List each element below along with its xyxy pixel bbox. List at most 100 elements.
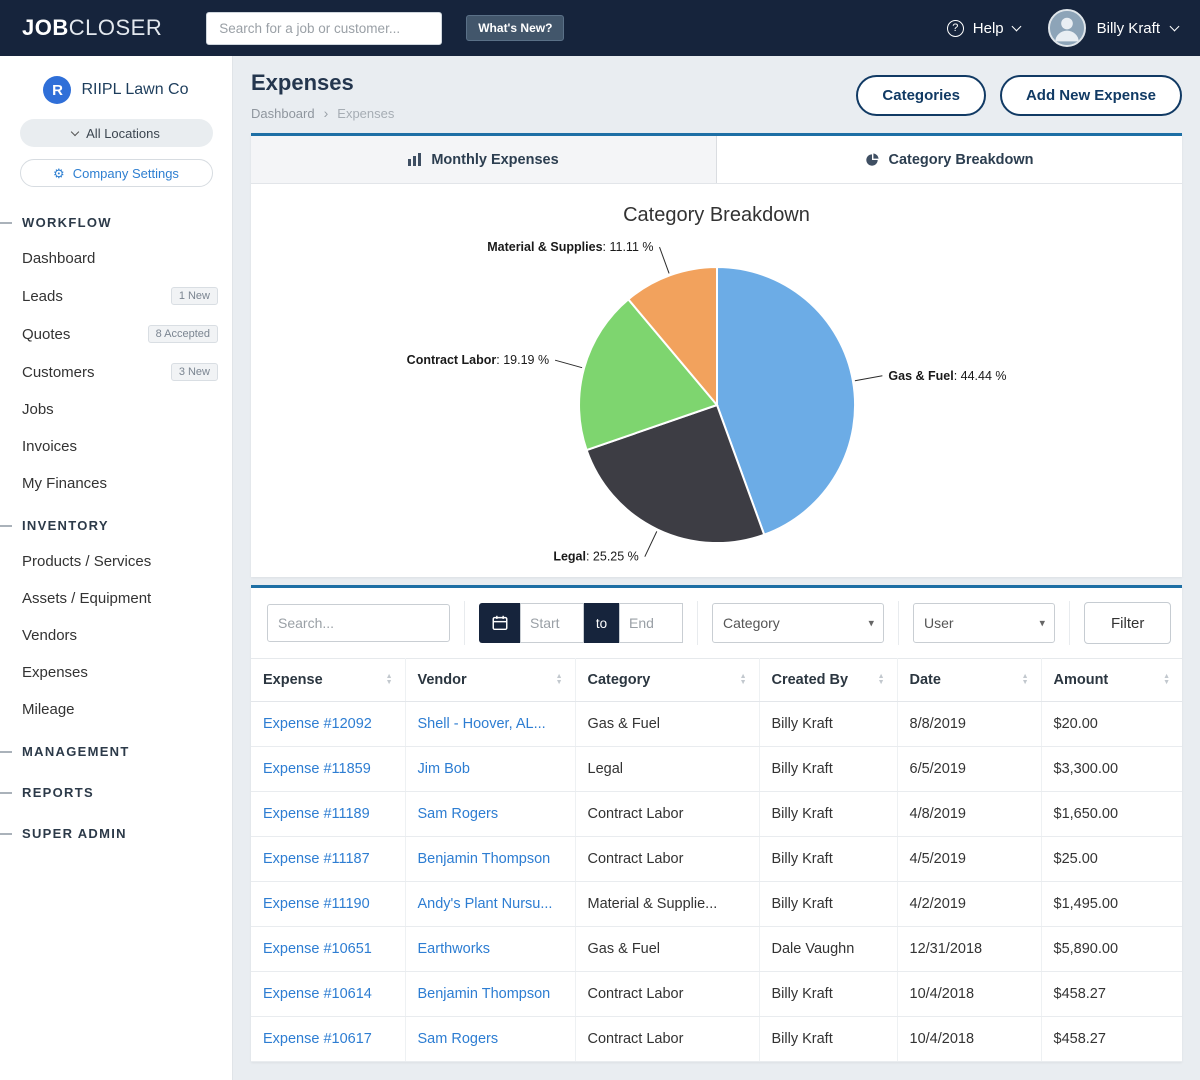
tab-category-breakdown[interactable]: Category Breakdown bbox=[716, 136, 1182, 183]
cell-category: Material & Supplie... bbox=[575, 882, 759, 927]
section-dash bbox=[0, 792, 12, 794]
sort-icon[interactable]: ▲▼ bbox=[556, 674, 563, 686]
column-header-date[interactable]: Date▲▼ bbox=[897, 659, 1041, 702]
column-label: Created By bbox=[772, 672, 849, 688]
filter-button[interactable]: Filter bbox=[1084, 602, 1171, 644]
sidebar-item-assets-equipment[interactable]: Assets / Equipment bbox=[0, 580, 232, 617]
user-menu[interactable]: Billy Kraft bbox=[1048, 9, 1178, 47]
cell-amount: $1,495.00 bbox=[1041, 882, 1182, 927]
sidebar-item-label: Assets / Equipment bbox=[22, 590, 151, 607]
sidebar-item-quotes[interactable]: Quotes8 Accepted bbox=[0, 315, 232, 353]
table-search-input[interactable] bbox=[267, 604, 450, 642]
end-date-input[interactable] bbox=[619, 603, 683, 643]
cell-amount: $1,650.00 bbox=[1041, 792, 1182, 837]
cell-date: 8/8/2019 bbox=[897, 702, 1041, 747]
column-header-inner: Date▲▼ bbox=[910, 672, 1029, 688]
sidebar-section-super-admin[interactable]: SUPER ADMIN bbox=[0, 810, 232, 851]
cell-created-by: Billy Kraft bbox=[759, 882, 897, 927]
tab-monthly-expenses[interactable]: Monthly Expenses bbox=[251, 136, 716, 183]
section-label: WORKFLOW bbox=[22, 215, 112, 230]
page-header-left: Expenses Dashboard › Expenses bbox=[251, 70, 394, 121]
sidebar-item-products-services[interactable]: Products / Services bbox=[0, 543, 232, 580]
sidebar-item-customers[interactable]: Customers3 New bbox=[0, 353, 232, 391]
sort-icon[interactable]: ▲▼ bbox=[1022, 674, 1029, 686]
tab-label: Monthly Expenses bbox=[431, 152, 558, 168]
sidebar-section-reports[interactable]: REPORTS bbox=[0, 769, 232, 810]
cell-created-by: Billy Kraft bbox=[759, 702, 897, 747]
company-settings-button[interactable]: ⚙ Company Settings bbox=[20, 159, 213, 187]
sidebar-item-mileage[interactable]: Mileage bbox=[0, 691, 232, 728]
column-header-created-by[interactable]: Created By ▲▼ bbox=[759, 659, 897, 702]
sidebar-section-inventory[interactable]: INVENTORY bbox=[0, 502, 232, 543]
vendor-link[interactable]: Sam Rogers bbox=[418, 806, 499, 822]
all-locations-label: All Locations bbox=[86, 126, 160, 141]
vendor-link[interactable]: Benjamin Thompson bbox=[418, 986, 551, 1002]
sidebar-section-workflow[interactable]: WORKFLOW bbox=[0, 199, 232, 240]
vendor-link[interactable]: Jim Bob bbox=[418, 761, 470, 777]
column-header-amount[interactable]: Amount▲▼ bbox=[1041, 659, 1182, 702]
cell-amount: $5,890.00 bbox=[1041, 927, 1182, 972]
cell-expense: Expense #12092 bbox=[251, 702, 405, 747]
table-row: Expense #10617Sam RogersContract LaborBi… bbox=[251, 1017, 1182, 1062]
expense-link[interactable]: Expense #10614 bbox=[263, 986, 372, 1002]
pie-label-leader-line bbox=[660, 247, 670, 273]
breadcrumb: Dashboard › Expenses bbox=[251, 105, 394, 121]
sidebar-item-my-finances[interactable]: My Finances bbox=[0, 465, 232, 502]
sidebar-item-invoices[interactable]: Invoices bbox=[0, 428, 232, 465]
cell-expense: Expense #11190 bbox=[251, 882, 405, 927]
expense-link[interactable]: Expense #10651 bbox=[263, 941, 372, 957]
section-dash bbox=[0, 222, 12, 224]
cell-expense: Expense #10617 bbox=[251, 1017, 405, 1062]
sidebar-item-jobs[interactable]: Jobs bbox=[0, 391, 232, 428]
cell-expense: Expense #11187 bbox=[251, 837, 405, 882]
app-logo[interactable]: JOBCLOSER bbox=[22, 15, 162, 41]
start-date-input[interactable] bbox=[520, 603, 584, 643]
sort-icon[interactable]: ▲▼ bbox=[1163, 674, 1170, 686]
column-header-vendor[interactable]: Vendor▲▼ bbox=[405, 659, 575, 702]
column-label: Expense bbox=[263, 672, 323, 688]
expense-link[interactable]: Expense #11859 bbox=[263, 761, 371, 777]
user-select[interactable]: User bbox=[913, 603, 1055, 643]
column-header-expense[interactable]: Expense ▲▼ bbox=[251, 659, 405, 702]
sort-icon[interactable]: ▲▼ bbox=[386, 674, 393, 686]
sidebar-item-dashboard[interactable]: Dashboard bbox=[0, 240, 232, 277]
sidebar-item-leads[interactable]: Leads1 New bbox=[0, 277, 232, 315]
expense-link[interactable]: Expense #11187 bbox=[263, 851, 370, 867]
sidebar-item-vendors[interactable]: Vendors bbox=[0, 617, 232, 654]
vendor-link[interactable]: Shell - Hoover, AL... bbox=[418, 716, 546, 732]
sidebar-item-label: Mileage bbox=[22, 701, 75, 718]
expense-link[interactable]: Expense #12092 bbox=[263, 716, 372, 732]
global-search-input[interactable] bbox=[206, 12, 442, 45]
pie-label-contract-labor: Contract Labor: 19.19 % bbox=[407, 353, 549, 367]
expense-link[interactable]: Expense #10617 bbox=[263, 1031, 372, 1047]
sidebar-section-management[interactable]: MANAGEMENT bbox=[0, 728, 232, 769]
table-row: Expense #11189Sam RogersContract LaborBi… bbox=[251, 792, 1182, 837]
vendor-link[interactable]: Andy's Plant Nursu... bbox=[418, 896, 553, 912]
sidebar-item-badge: 8 Accepted bbox=[148, 325, 218, 343]
cell-amount: $3,300.00 bbox=[1041, 747, 1182, 792]
column-header-category[interactable]: Category▲▼ bbox=[575, 659, 759, 702]
sidebar-item-badge: 3 New bbox=[171, 363, 218, 381]
help-menu[interactable]: ? Help bbox=[947, 20, 1020, 37]
breadcrumb-dashboard[interactable]: Dashboard bbox=[251, 106, 315, 121]
vendor-link[interactable]: Benjamin Thompson bbox=[418, 851, 551, 867]
sort-icon[interactable]: ▲▼ bbox=[740, 674, 747, 686]
breadcrumb-separator-icon: › bbox=[324, 105, 329, 121]
vendor-link[interactable]: Sam Rogers bbox=[418, 1031, 499, 1047]
categories-button[interactable]: Categories bbox=[856, 75, 986, 116]
filter-search-group bbox=[265, 601, 464, 645]
all-locations-dropdown[interactable]: All Locations bbox=[20, 119, 213, 147]
vendor-link[interactable]: Earthworks bbox=[418, 941, 491, 957]
filter-date-group: to bbox=[464, 601, 697, 645]
table-row: Expense #10614Benjamin ThompsonContract … bbox=[251, 972, 1182, 1017]
expense-link[interactable]: Expense #11190 bbox=[263, 896, 370, 912]
whats-new-button[interactable]: What's New? bbox=[466, 15, 564, 41]
cell-created-by: Billy Kraft bbox=[759, 972, 897, 1017]
category-select[interactable]: Category bbox=[712, 603, 884, 643]
sidebar-item-expenses[interactable]: Expenses bbox=[0, 654, 232, 691]
cell-expense: Expense #11189 bbox=[251, 792, 405, 837]
add-new-expense-button[interactable]: Add New Expense bbox=[1000, 75, 1182, 116]
sort-icon[interactable]: ▲▼ bbox=[878, 674, 885, 686]
expense-link[interactable]: Expense #11189 bbox=[263, 806, 370, 822]
calendar-button[interactable] bbox=[479, 603, 520, 643]
